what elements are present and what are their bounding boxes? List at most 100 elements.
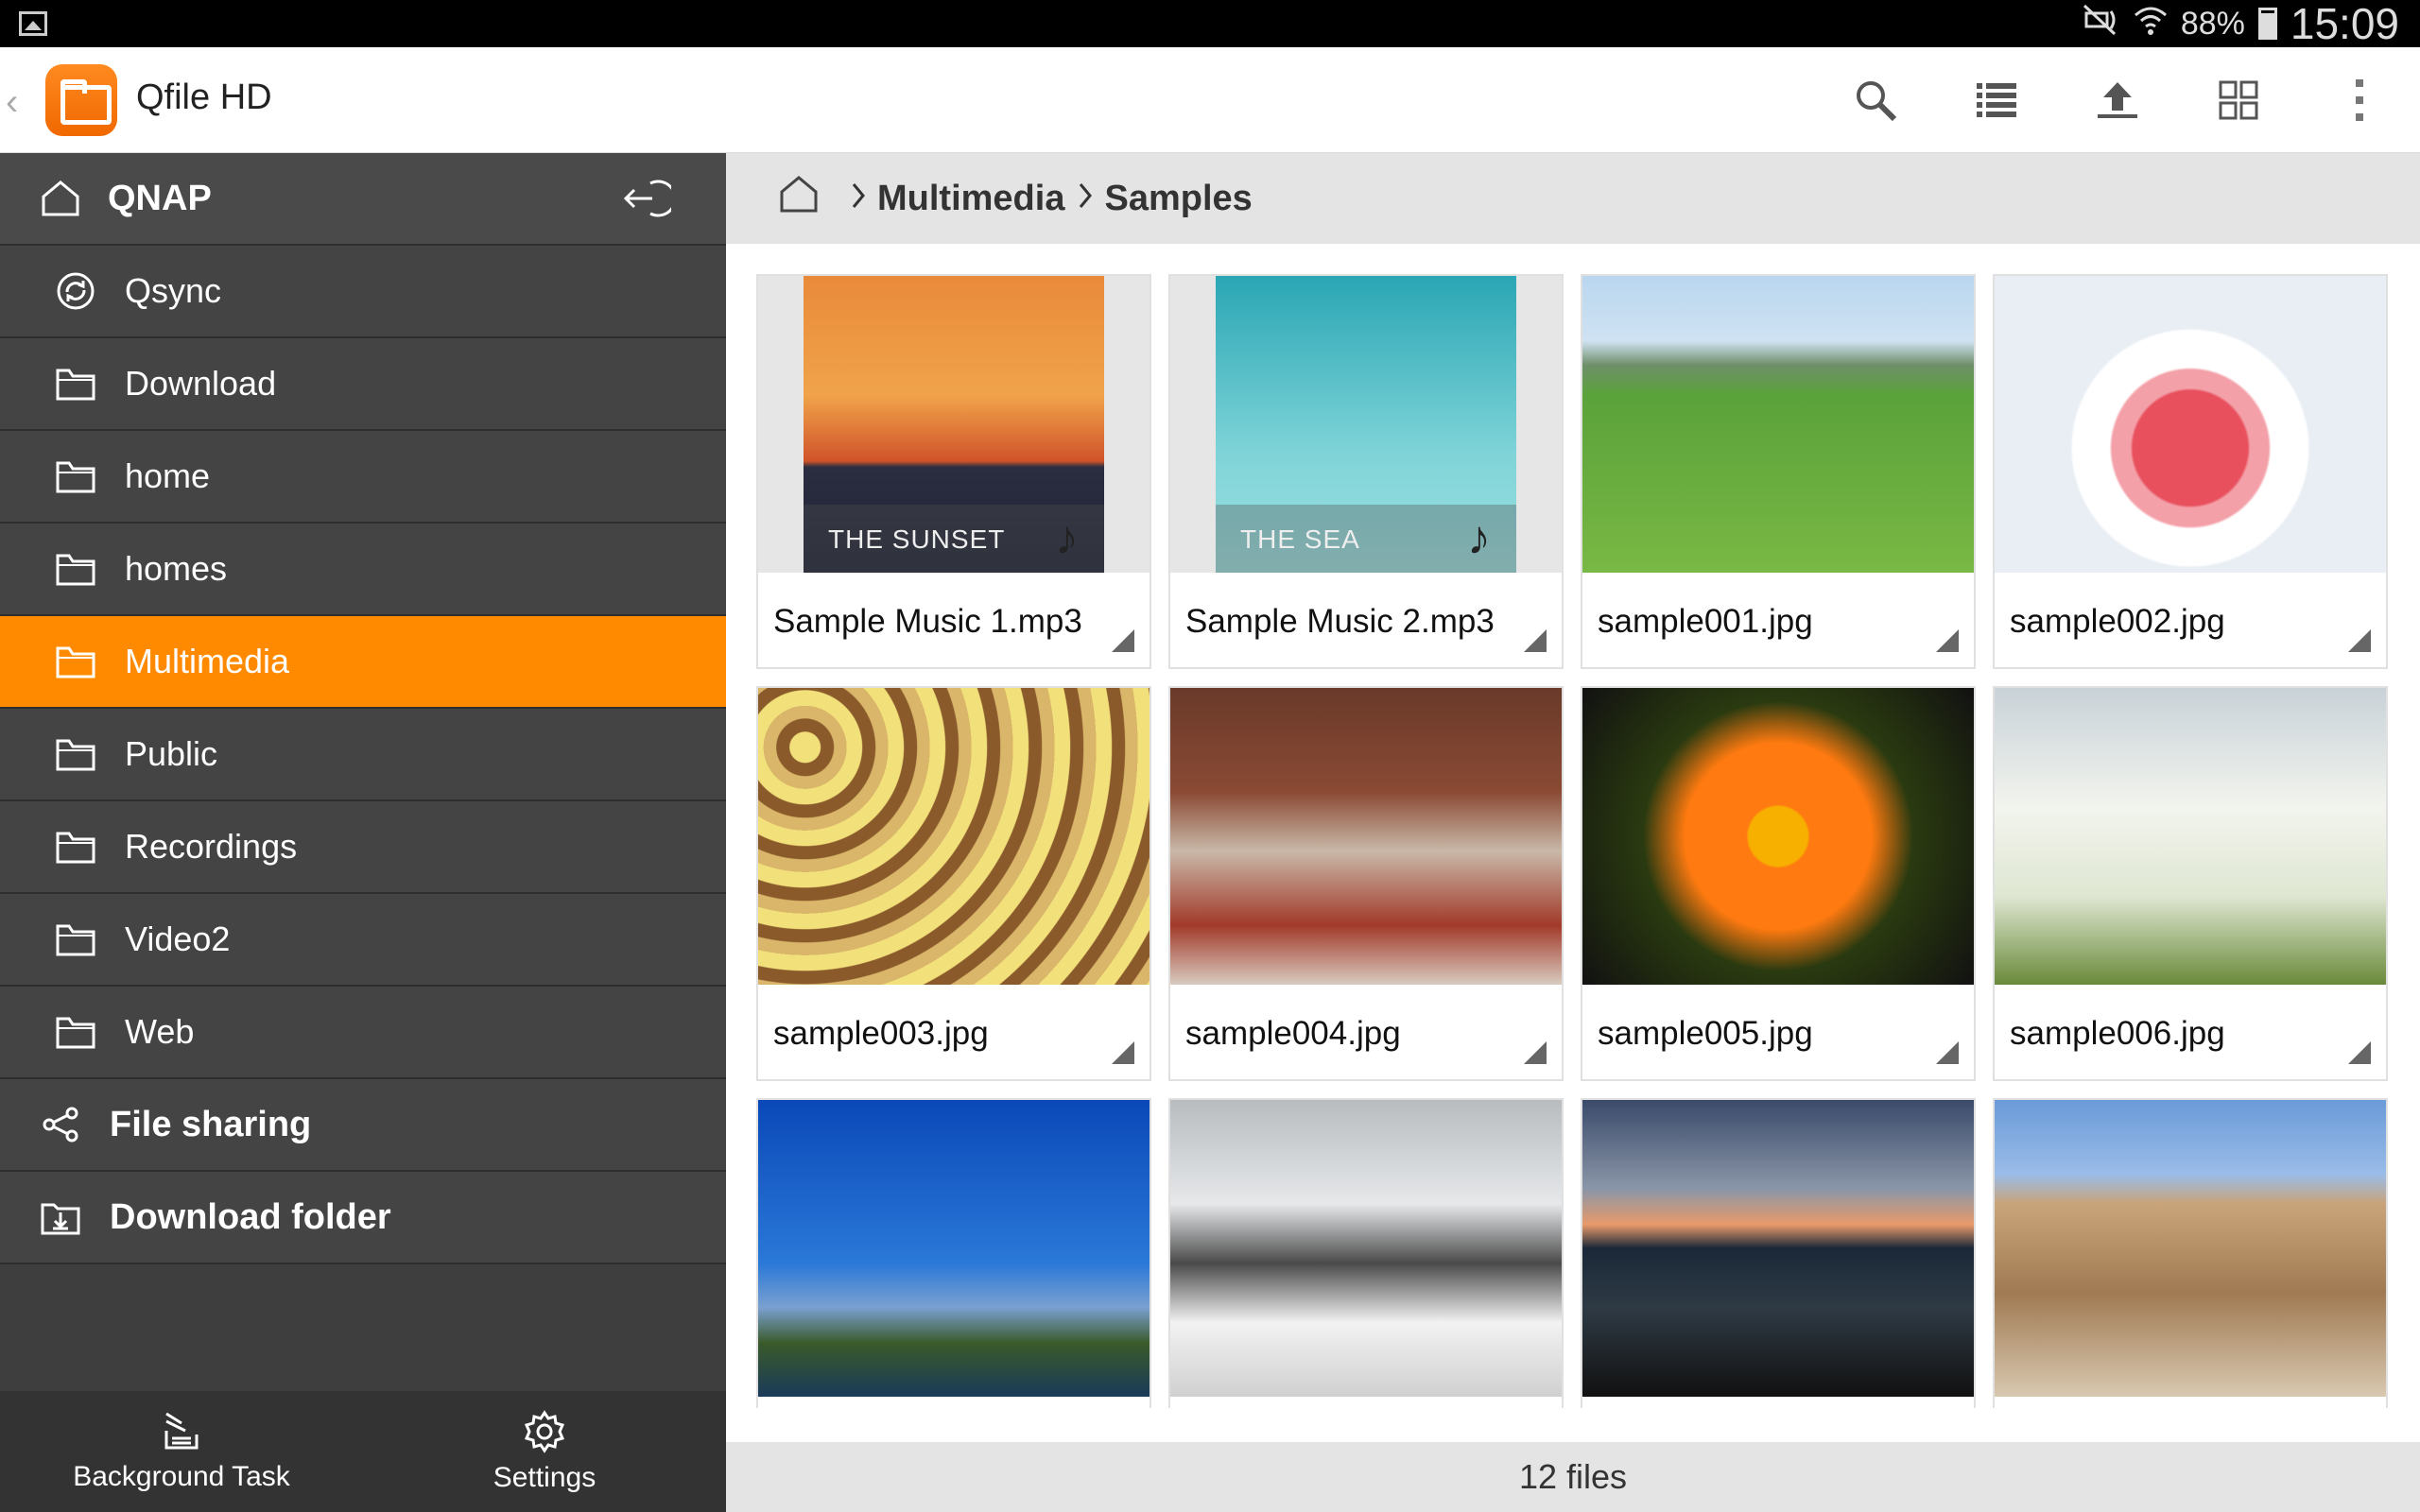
overflow-menu-icon <box>2356 79 2363 121</box>
album-art: THE SEA ♪ <box>1216 276 1516 573</box>
file-name: sample005.jpg <box>1598 1014 1813 1052</box>
qfile-logo-icon[interactable] <box>45 64 117 136</box>
file-options-corner-icon[interactable] <box>1112 1041 1134 1064</box>
breadcrumb: Multimedia Samples <box>726 153 2420 244</box>
file-thumbnail <box>758 688 1150 985</box>
album-art: THE SUNSET ♪ <box>804 276 1104 573</box>
file-tile[interactable]: sample001.jpg <box>1581 274 1976 669</box>
settings-button[interactable]: Settings <box>363 1391 726 1512</box>
sidebar-item-multimedia[interactable]: Multimedia <box>0 616 726 709</box>
sidebar-item-label: Download <box>125 364 277 403</box>
file-tile[interactable]: THE SEA ♪ Sample Music 2.mp3 <box>1168 274 1564 669</box>
file-options-corner-icon[interactable] <box>1112 629 1134 652</box>
wifi-icon <box>2134 4 2168 44</box>
file-tile[interactable] <box>756 1098 1151 1408</box>
file-tile[interactable] <box>1168 1098 1564 1408</box>
share-icon <box>40 1104 81 1145</box>
sidebar-server-qnap[interactable]: QNAP <box>0 153 726 246</box>
battery-icon <box>2257 8 2277 40</box>
folder-icon <box>55 826 96 868</box>
qsync-icon <box>55 270 96 312</box>
mute-icon <box>2083 4 2120 44</box>
sidebar-item-download[interactable]: Download <box>0 338 726 431</box>
file-thumbnail <box>1170 1100 1562 1397</box>
select-button[interactable] <box>2178 47 2299 153</box>
file-tile[interactable]: sample003.jpg <box>756 686 1151 1081</box>
sidebar-item-label: Qsync <box>125 271 222 310</box>
sidebar-item-public[interactable]: Public <box>0 709 726 801</box>
status-icons: 88% 15:09 <box>2083 0 2399 48</box>
file-thumbnail <box>1582 688 1974 985</box>
sidebar-item-homes[interactable]: homes <box>0 524 726 616</box>
sidebar-item-qsync[interactable]: Qsync <box>0 246 726 338</box>
search-icon <box>1857 81 1897 122</box>
download-folder-icon <box>40 1196 81 1238</box>
file-tile[interactable]: sample004.jpg <box>1168 686 1564 1081</box>
music-note-icon: ♪ <box>1467 511 1492 564</box>
clock: 15:09 <box>2290 0 2399 48</box>
file-name: Sample Music 2.mp3 <box>1185 602 1495 640</box>
file-options-corner-icon[interactable] <box>1524 1041 1547 1064</box>
file-tile[interactable]: sample006.jpg <box>1993 686 2388 1081</box>
chevron-right-icon <box>851 179 866 219</box>
music-note-icon: ♪ <box>1055 511 1080 564</box>
search-button[interactable] <box>1815 47 1936 153</box>
sidebar-item-label: homes <box>125 549 228 588</box>
file-options-corner-icon[interactable] <box>1936 1041 1959 1064</box>
file-tile[interactable] <box>1581 1098 1976 1408</box>
upload-icon <box>2098 82 2137 118</box>
gear-icon <box>524 1410 565 1453</box>
folder-icon <box>55 919 96 960</box>
folder-icon <box>55 363 96 404</box>
overflow-menu-button[interactable] <box>2299 47 2420 153</box>
sidebar-item-label: Recordings <box>125 827 298 866</box>
file-options-corner-icon[interactable] <box>1936 629 1959 652</box>
sidebar-section-label: Download folder <box>110 1196 391 1237</box>
file-count: 12 files <box>1518 1457 1628 1496</box>
file-browser: Multimedia Samples THE SUNSET ♪ Sample Mus… <box>726 153 2420 1512</box>
chevron-right-icon <box>1078 179 1093 219</box>
file-name: sample004.jpg <box>1185 1014 1401 1052</box>
sidebar-item-video2[interactable]: Video2 <box>0 894 726 987</box>
file-name: sample006.jpg <box>2010 1014 2225 1052</box>
file-name: sample001.jpg <box>1598 602 1813 640</box>
breadcrumb-home-icon[interactable] <box>779 175 819 222</box>
file-name: Sample Music 1.mp3 <box>773 602 1082 640</box>
logout-icon[interactable] <box>622 178 677 229</box>
sidebar-item-label: Public <box>125 734 218 773</box>
folder-icon <box>55 1011 96 1053</box>
background-task-button[interactable]: Background Task <box>0 1391 363 1512</box>
file-options-corner-icon[interactable] <box>1524 629 1547 652</box>
breadcrumb-item[interactable]: Samples <box>1104 179 1252 219</box>
album-art-label: THE SUNSET ♪ <box>804 505 1104 573</box>
toolbar-actions <box>1815 47 2420 153</box>
select-icon <box>2219 80 2258 120</box>
sidebar-item-web[interactable]: Web <box>0 987 726 1079</box>
file-thumbnail <box>1995 276 2386 573</box>
sidebar-item-label: Video2 <box>125 919 231 958</box>
battery-percent: 88% <box>2180 5 2245 42</box>
folder-icon <box>55 641 96 682</box>
breadcrumb-item[interactable]: Multimedia <box>877 179 1064 219</box>
file-options-corner-icon[interactable] <box>2348 629 2371 652</box>
file-thumbnail <box>1582 1100 1974 1397</box>
file-thumbnail <box>758 1100 1150 1397</box>
file-tile[interactable] <box>1993 1098 2388 1408</box>
file-options-corner-icon[interactable] <box>2348 1041 2371 1064</box>
file-tile[interactable]: THE SUNSET ♪ Sample Music 1.mp3 <box>756 274 1151 669</box>
sidebar-bottom-bar: Background Task Settings <box>0 1391 726 1512</box>
sidebar-section-file-sharing[interactable]: File sharing <box>0 1079 726 1172</box>
file-tile[interactable]: sample002.jpg <box>1993 274 2388 669</box>
upload-button[interactable] <box>2057 47 2178 153</box>
sidebar-item-recordings[interactable]: Recordings <box>0 801 726 894</box>
file-tile[interactable]: sample005.jpg <box>1581 686 1976 1081</box>
back-chevron-icon[interactable]: ‹ <box>6 81 18 124</box>
sidebar-section-download-folder[interactable]: Download folder <box>0 1172 726 1264</box>
folder-icon <box>55 548 96 590</box>
action-bar: ‹ Qfile HD <box>0 47 2420 153</box>
app-title: Qfile HD <box>136 77 272 117</box>
sidebar-item-label: home <box>125 456 211 495</box>
footer-status: 12 files <box>726 1442 2420 1512</box>
list-view-button[interactable] <box>1936 47 2057 153</box>
sidebar-item-home[interactable]: home <box>0 431 726 524</box>
